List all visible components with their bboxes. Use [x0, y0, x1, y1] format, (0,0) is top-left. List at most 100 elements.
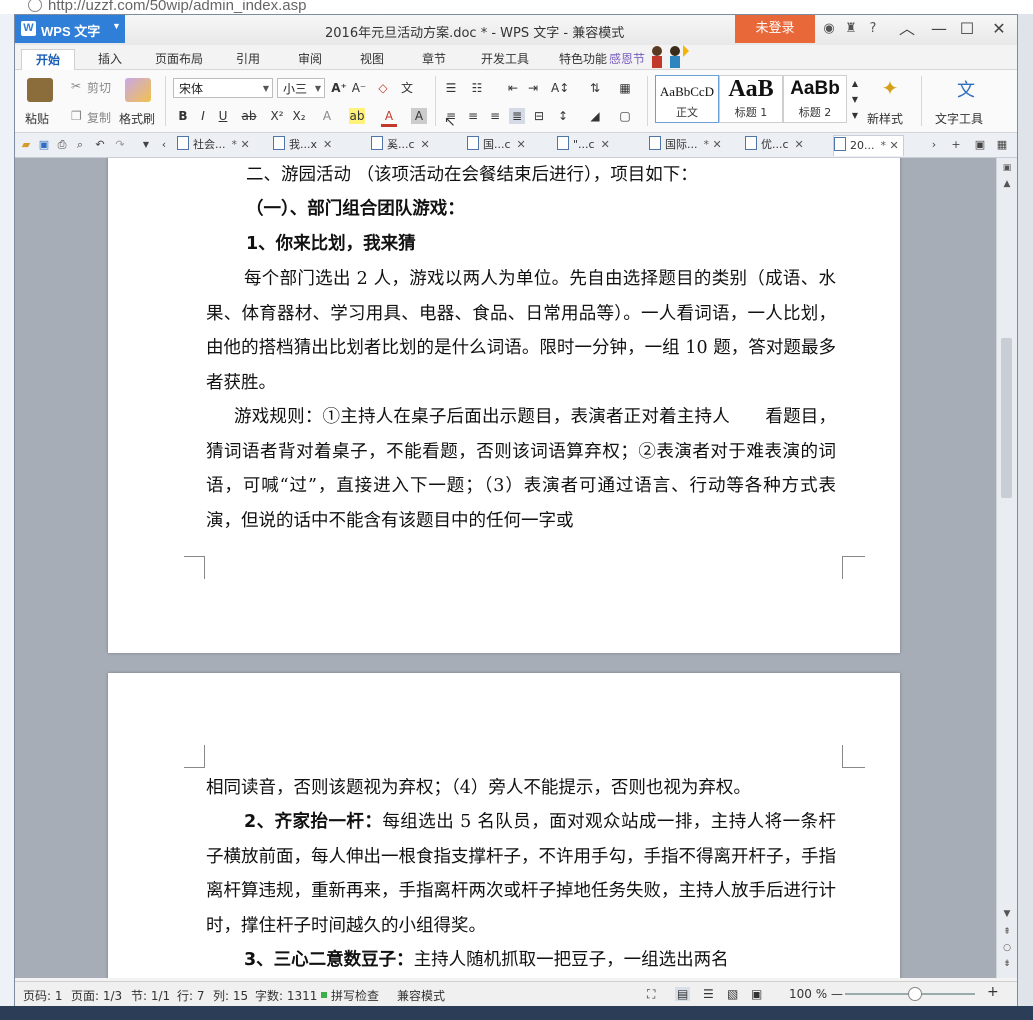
tab-page-layout[interactable]: 页面布局 — [147, 49, 211, 69]
scroll-up-icon[interactable]: ▲ — [1001, 178, 1013, 190]
clear-format-icon[interactable]: ◇ — [375, 80, 391, 96]
strikethrough-icon[interactable]: ab — [241, 108, 257, 124]
document-page[interactable]: 二、游园活动 （该项活动在会餐结束后进行），项目如下： （一）、部门组合团队游戏… — [108, 158, 900, 653]
doc-tab-active[interactable]: 20... * ✕ — [833, 135, 904, 156]
doc-tab[interactable]: 我...x ✕ — [273, 135, 332, 155]
skin-icon[interactable]: ◉ — [821, 21, 837, 37]
cut-label[interactable]: 剪切 — [87, 79, 111, 96]
scissors-icon[interactable]: ✂ — [71, 79, 81, 93]
styles-scroll-up-icon[interactable]: ▲ — [847, 76, 863, 92]
text-effect-icon[interactable]: A — [319, 108, 335, 124]
page-view-icon[interactable]: ▤ — [675, 987, 691, 1001]
zoom-out-icon[interactable]: — — [831, 987, 843, 1001]
style-normal[interactable]: AaBbCcD 正文 — [655, 75, 719, 123]
status-pages[interactable]: 页面: 1/3 — [71, 987, 122, 1004]
login-button[interactable]: 未登录 — [735, 15, 815, 43]
justify-icon[interactable]: ≣ — [509, 108, 525, 124]
paste-label[interactable]: 粘贴 — [25, 110, 49, 127]
paragraph-body[interactable]: 每个部门选出 2 人，游戏以两人为单位。先自由选择题目的类别（成语、水果、体育器… — [206, 262, 836, 400]
collapse-ribbon-icon[interactable]: ︿ — [895, 19, 919, 39]
prev-page-icon[interactable]: ⇞ — [1001, 926, 1013, 938]
bullets-icon[interactable]: ☰ — [443, 80, 459, 96]
close-tab-icon[interactable]: * ✕ — [881, 139, 899, 152]
scroll-lock-icon[interactable]: ▣ — [1001, 162, 1013, 174]
shading-icon[interactable]: ◢ — [587, 108, 603, 124]
status-col[interactable]: 列: 15 — [213, 987, 248, 1004]
tab-view[interactable]: 视图 — [349, 49, 395, 69]
new-tab-icon[interactable]: + — [949, 138, 963, 152]
paragraph-heading[interactable]: 二、游园活动 （该项活动在会餐结束后进行），项目如下： — [246, 158, 846, 193]
undo-icon[interactable]: ↶ — [93, 138, 107, 152]
tab-list-icon[interactable]: ▣ — [973, 138, 987, 152]
increase-indent-icon[interactable]: ⇥ — [525, 80, 541, 96]
pinyin-icon[interactable]: 文 — [399, 80, 415, 96]
line-spacing-icon[interactable]: ↕ — [555, 108, 571, 124]
vertical-scrollbar[interactable]: ▣ ▲ ▼ ⇞ ○ ⇟ — [996, 158, 1017, 978]
document-canvas[interactable]: 二、游园活动 （该项活动在会餐结束后进行），项目如下： （一）、部门组合团队游戏… — [15, 158, 996, 978]
font-family-select[interactable]: 宋体 ▼ — [173, 78, 273, 98]
document-page[interactable]: 相同读音，否则该题视为弃权；（4）旁人不能提示，否则也视为弃权。 2、齐家抬一杆… — [108, 673, 900, 978]
subscript-icon[interactable]: X₂ — [291, 108, 307, 124]
full-screen-icon[interactable]: ⛶ — [647, 987, 655, 1002]
close-tab-icon[interactable]: * ✕ — [704, 138, 722, 151]
status-spell-check[interactable]: 拼写检查 — [331, 987, 379, 1004]
next-page-icon[interactable]: ⇟ — [1001, 958, 1013, 970]
browse-object-icon[interactable]: ○ — [1001, 942, 1013, 954]
save-icon[interactable]: ▣ — [37, 138, 51, 152]
reading-view-icon[interactable]: ▣ — [751, 987, 762, 1001]
doc-tab[interactable]: 国...c ✕ — [467, 135, 526, 155]
style-heading-1[interactable]: AaB 标题 1 — [719, 75, 783, 123]
align-right-icon[interactable]: ≡ — [487, 108, 503, 124]
web-view-icon[interactable]: ▧ — [727, 987, 738, 1001]
app-menu-button[interactable]: W WPS 文字 ▼ — [15, 15, 125, 43]
tab-home[interactable]: 开始 — [21, 49, 75, 70]
chevron-left-icon[interactable]: ‹ — [157, 138, 171, 152]
italic-icon[interactable]: I — [195, 108, 211, 124]
doc-tab[interactable]: "...c ✕ — [557, 135, 610, 155]
scroll-down-icon[interactable]: ▼ — [1001, 908, 1013, 920]
char-shading-icon[interactable]: A — [411, 108, 427, 124]
close-tab-icon[interactable]: ✕ — [601, 138, 610, 151]
scrollbar-thumb[interactable] — [1001, 338, 1012, 498]
decrease-indent-icon[interactable]: ⇤ — [505, 80, 521, 96]
paragraph-item-3[interactable]: 3、三心二意数豆子：主持人随机抓取一把豆子，一组选出两名 — [206, 943, 836, 978]
paragraph-item-title[interactable]: 1、你来比划，我来猜 — [246, 227, 846, 262]
close-tab-icon[interactable]: ✕ — [421, 138, 430, 151]
new-style-label[interactable]: 新样式 — [867, 110, 903, 127]
format-painter-icon[interactable] — [125, 78, 151, 102]
sort-icon[interactable]: ⇅ — [587, 80, 603, 96]
superscript-icon[interactable]: X² — [269, 108, 285, 124]
tab-review[interactable]: 审阅 — [287, 49, 333, 69]
tab-insert[interactable]: 插入 — [85, 49, 135, 69]
borders-icon[interactable]: ▢ — [617, 108, 633, 124]
status-word-count[interactable]: 字数: 1311 — [255, 987, 317, 1004]
copy-icon[interactable]: ❐ — [71, 109, 82, 123]
table-icon[interactable]: ▦ — [617, 80, 633, 96]
chevron-down-icon[interactable]: ▼ — [139, 138, 153, 152]
doc-tab[interactable]: 社会... * ✕ — [177, 135, 250, 155]
close-button[interactable]: ✕ — [987, 19, 1011, 39]
style-heading-2[interactable]: AaBb 标题 2 — [783, 75, 847, 123]
paragraph-continued[interactable]: 相同读音，否则该题视为弃权；（4）旁人不能提示，否则也视为弃权。 — [206, 771, 836, 806]
status-row[interactable]: 行: 7 — [177, 987, 205, 1004]
highlight-icon[interactable]: ab — [349, 108, 365, 124]
doc-tab[interactable]: 国际... * ✕ — [649, 135, 722, 155]
paragraph-item-2[interactable]: 2、齐家抬一杆：每组选出 5 名队员，面对观众站成一排，主持人将一条杆子横放前面… — [206, 805, 836, 943]
open-folder-icon[interactable]: ▰ — [19, 138, 33, 152]
maximize-button[interactable]: ☐ — [955, 19, 979, 39]
paragraph-subheading[interactable]: （一）、部门组合团队游戏： — [246, 192, 846, 227]
text-tool-icon[interactable]: 文 — [953, 76, 979, 101]
status-section[interactable]: 节: 1/1 — [131, 987, 170, 1004]
grow-font-icon[interactable]: A⁺ — [331, 80, 347, 96]
tab-menu-icon[interactable]: ▦ — [995, 138, 1009, 152]
shrink-font-icon[interactable]: A⁻ — [351, 80, 367, 96]
zoom-level[interactable]: 100 % — [789, 987, 827, 1001]
distribute-icon[interactable]: ⊟ — [531, 108, 547, 124]
chevron-right-icon[interactable]: › — [927, 138, 941, 152]
tab-references[interactable]: 引用 — [225, 49, 271, 69]
minimize-button[interactable]: — — [927, 19, 951, 39]
doc-tab[interactable]: 奚...c ✕ — [371, 135, 430, 155]
doc-tab[interactable]: 优...c ✕ — [745, 135, 804, 155]
align-center-icon[interactable]: ≡ — [465, 108, 481, 124]
zoom-in-icon[interactable]: + — [987, 984, 999, 1000]
